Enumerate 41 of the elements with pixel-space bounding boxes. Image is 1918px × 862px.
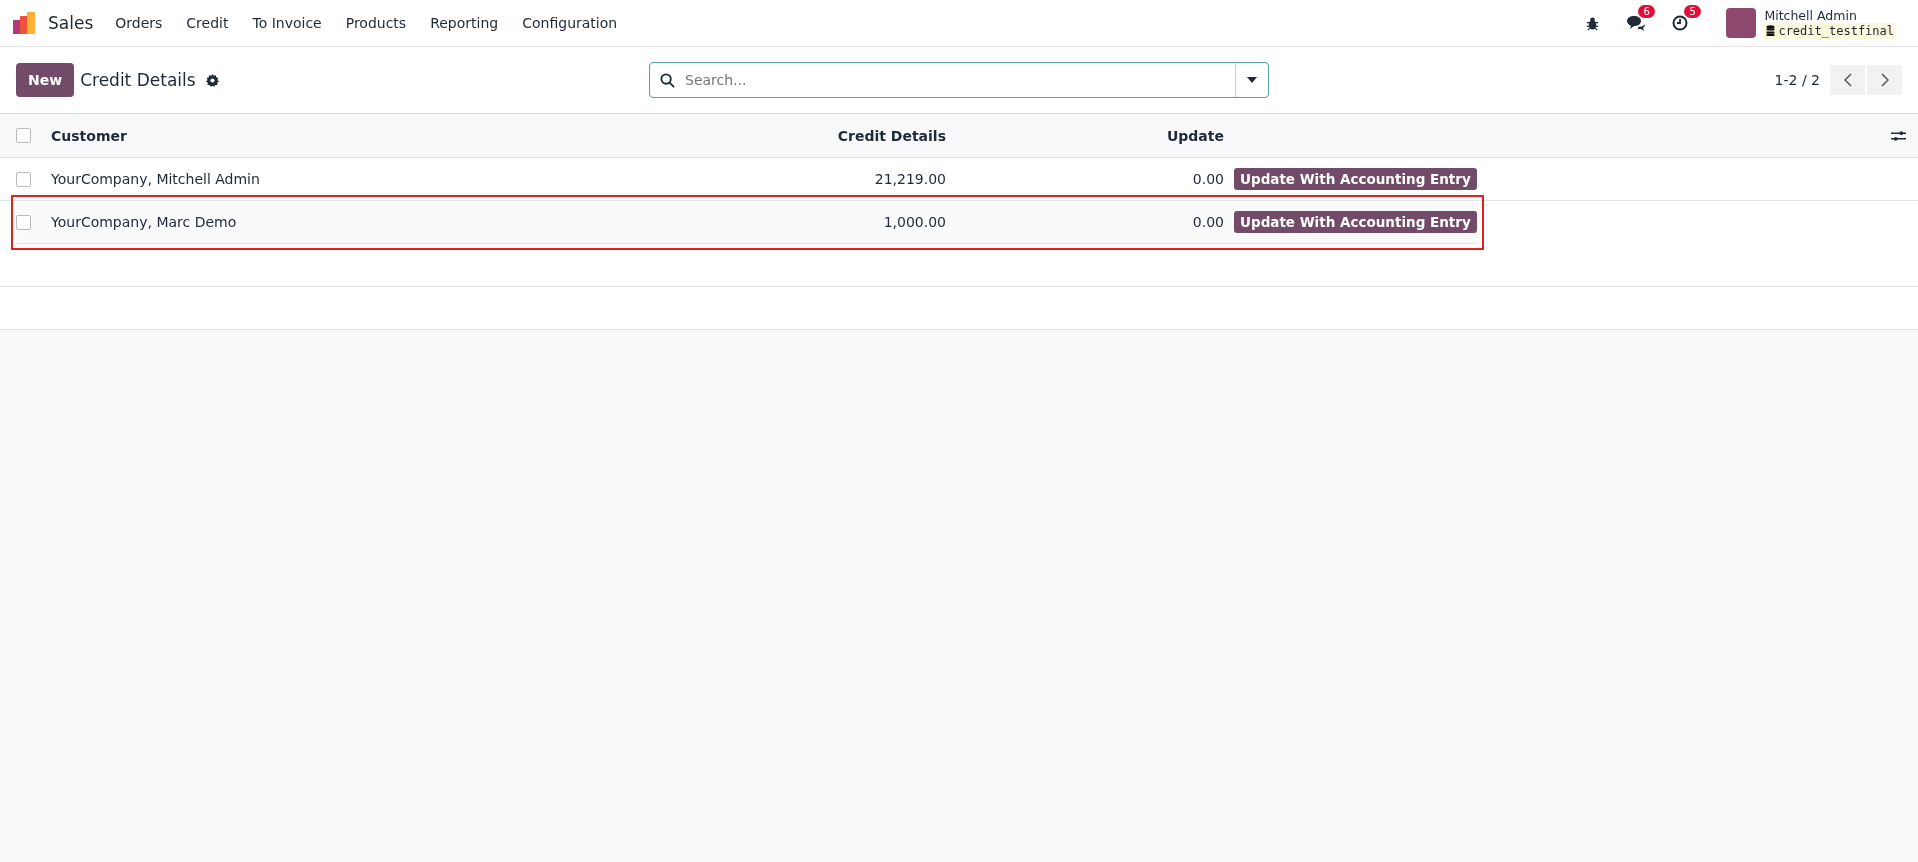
update-cell-text: 0.00 — [1191, 171, 1224, 187]
app-logo-icon[interactable] — [12, 11, 36, 35]
bug-icon[interactable] — [1585, 15, 1601, 31]
database-icon — [1766, 25, 1776, 36]
update-cell-text: 0.00 — [1191, 214, 1224, 230]
new-button[interactable]: New — [16, 63, 75, 97]
credit-cell-text: 21,219.00 — [873, 171, 946, 187]
column-header[interactable]: Customer — [51, 127, 606, 144]
column-header[interactable]: Credit Details — [606, 127, 946, 144]
update-entry-button[interactable]: Update With Accounting Entry — [1234, 168, 1477, 190]
user-avatar[interactable] — [1726, 8, 1757, 38]
search-icon — [660, 72, 675, 88]
user-name[interactable]: Mitchell Admin — [1764, 7, 1896, 23]
database-name: credit_testfinal — [1778, 23, 1894, 38]
customer-cell-text: YourCompany, Marc Demo — [51, 214, 238, 230]
menu-item[interactable]: Configuration — [522, 15, 618, 31]
app-name[interactable]: Sales — [48, 13, 94, 33]
pager-value[interactable]: 1-2 / 2 — [1774, 72, 1820, 88]
menu-item[interactable]: Products — [345, 15, 407, 31]
caret-icon — [1247, 77, 1257, 83]
notification-badge: 6 — [1638, 5, 1655, 18]
search-bar[interactable]: Search... — [649, 62, 1269, 98]
chevron-left-icon — [1843, 73, 1852, 87]
select-all-checkbox[interactable] — [16, 128, 31, 143]
clock-icon[interactable] — [1672, 15, 1689, 31]
settings-icon[interactable] — [205, 73, 219, 87]
notification-badge: 5 — [1684, 5, 1701, 18]
menu-item[interactable]: To Invoice — [252, 15, 322, 31]
update-entry-button[interactable]: Update With Accounting Entry — [1234, 211, 1477, 233]
chat-icon[interactable] — [1626, 15, 1647, 31]
row-checkbox[interactable] — [16, 171, 31, 187]
menu-item[interactable]: Credit — [186, 15, 229, 31]
menu-item[interactable]: Orders — [115, 15, 163, 31]
chevron-right-icon — [1880, 73, 1889, 87]
column-header[interactable]: Update — [946, 127, 1224, 144]
customer-cell-text: YourCompany, Mitchell Admin — [51, 171, 261, 187]
credit-cell-text: 1,000.00 — [882, 214, 946, 230]
row-checkbox[interactable] — [16, 214, 31, 230]
menu-item[interactable]: Reporting — [430, 15, 499, 31]
page-title: Credit Details — [80, 70, 196, 90]
column-options-icon[interactable] — [1891, 129, 1906, 142]
